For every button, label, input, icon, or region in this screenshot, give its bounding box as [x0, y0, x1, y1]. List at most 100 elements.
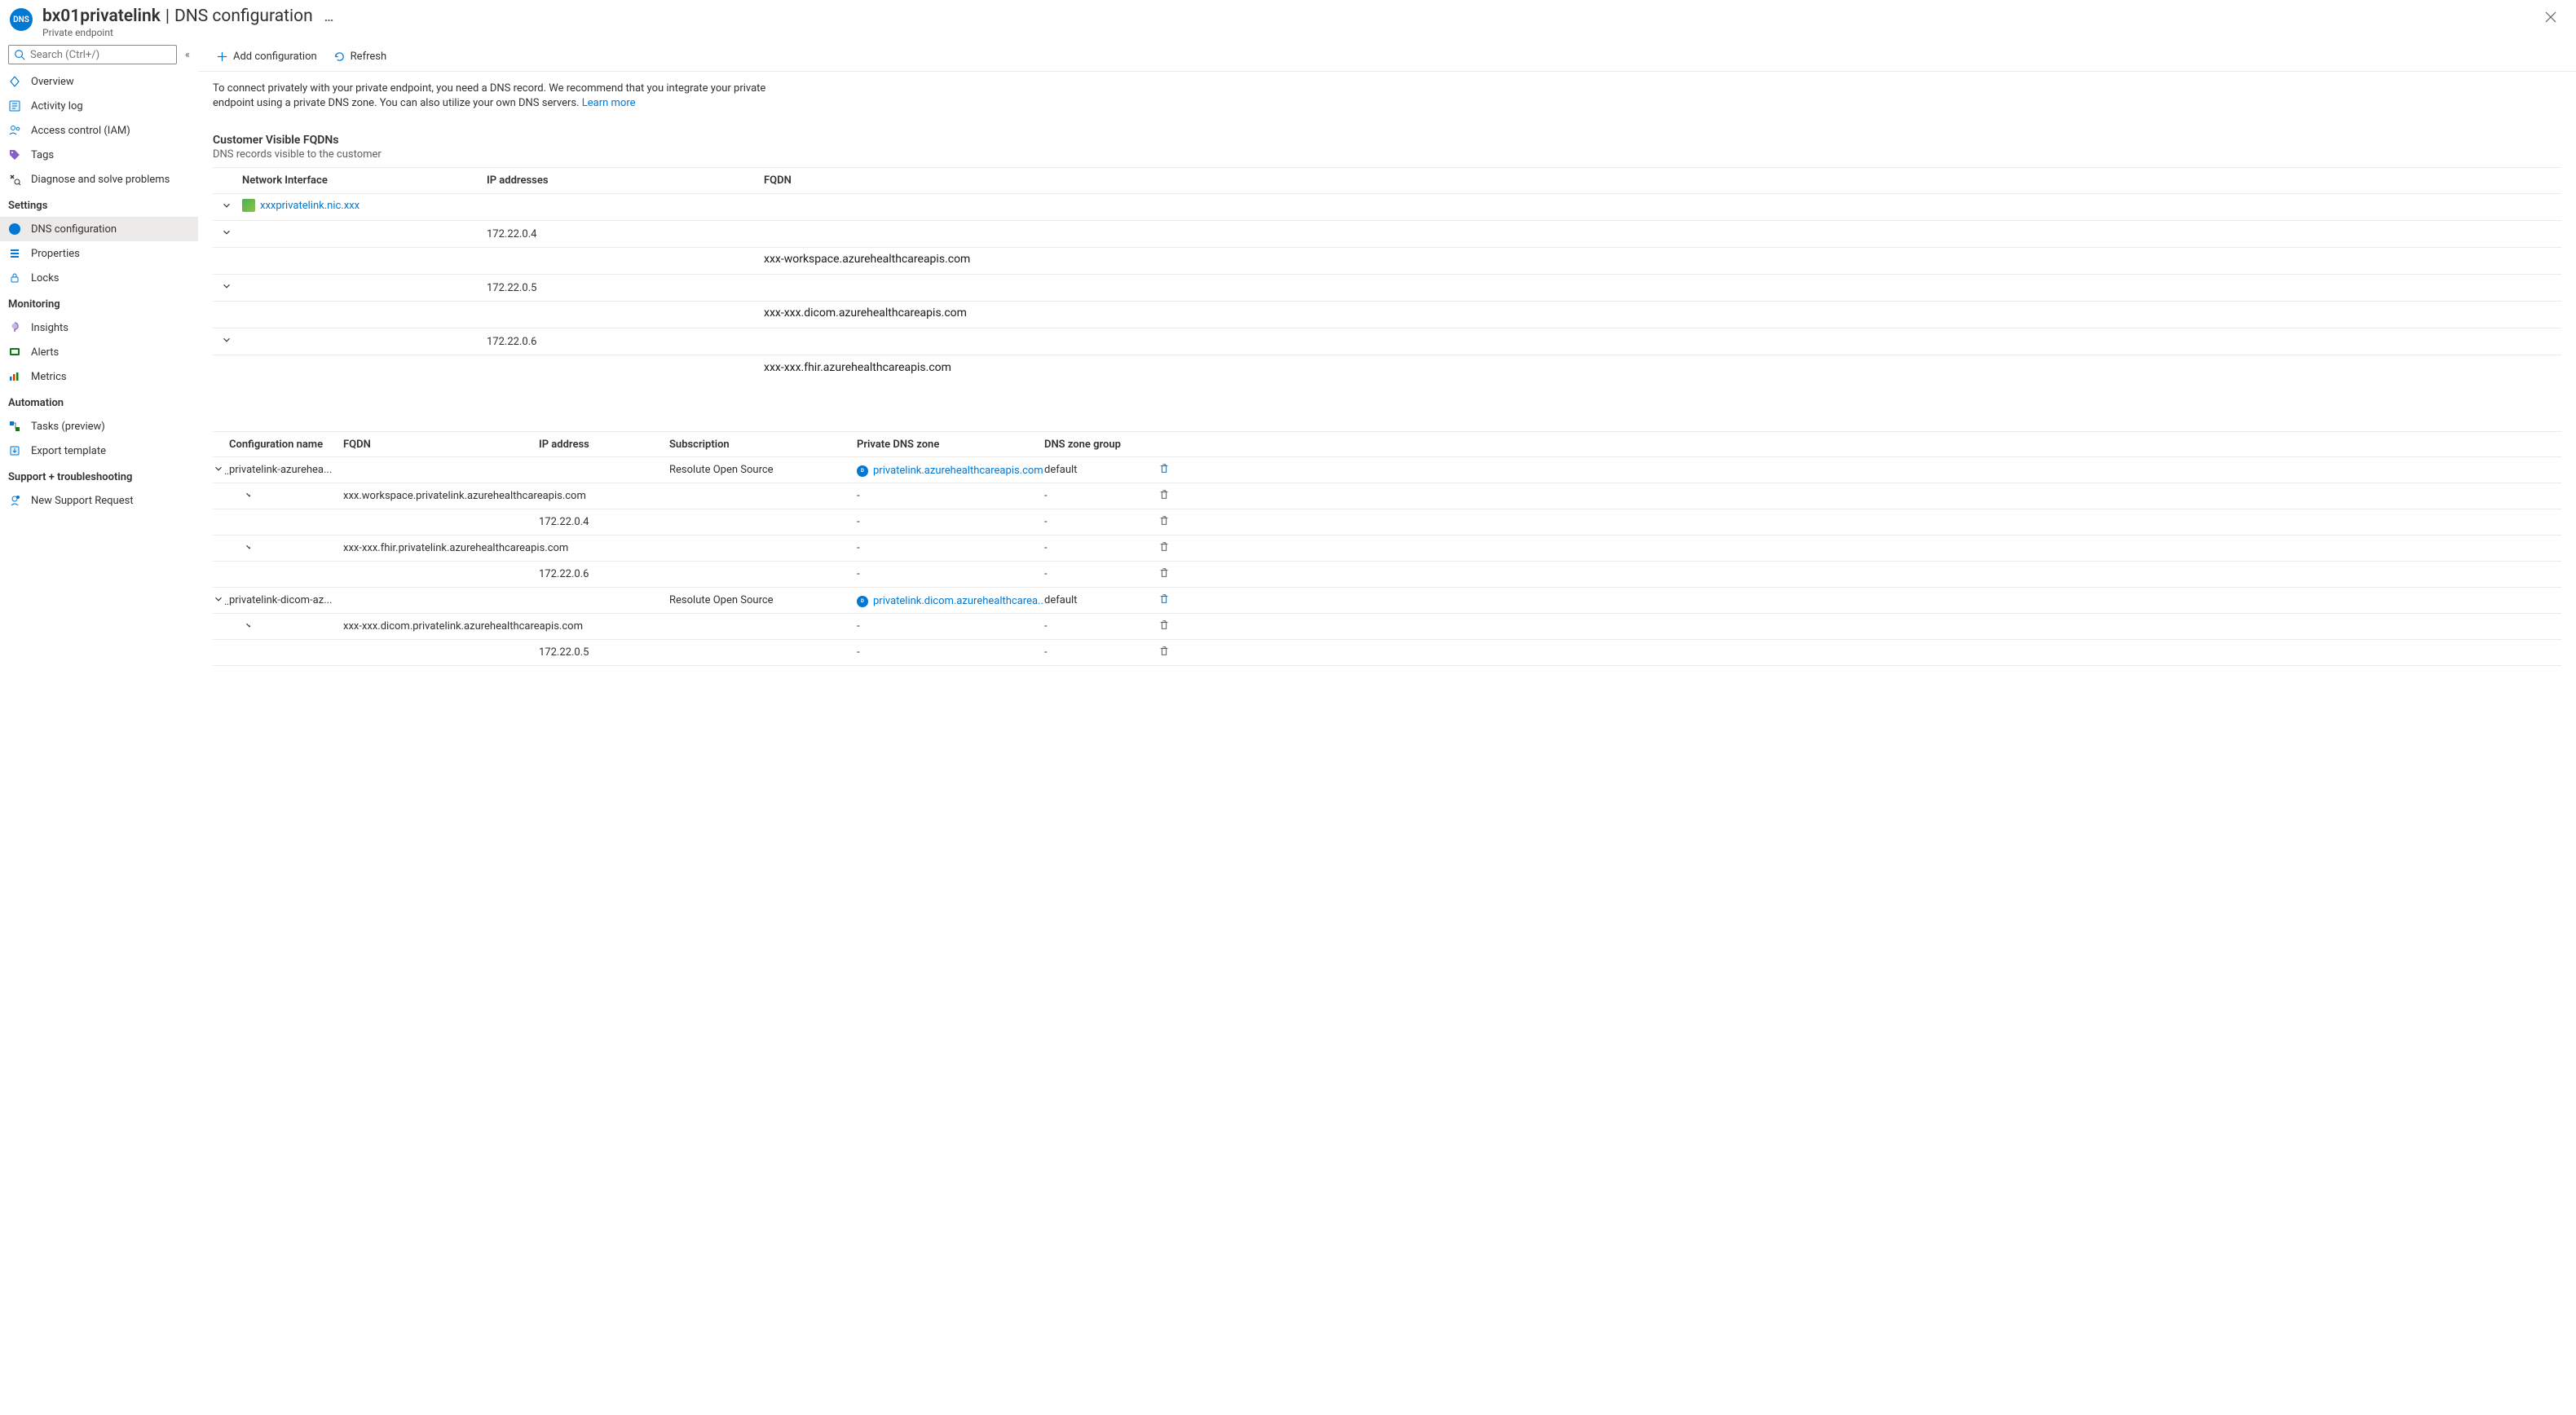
- delete-button[interactable]: [1158, 619, 1170, 631]
- config-table: Configuration name FQDN IP address Subsc…: [213, 431, 2561, 666]
- add-configuration-button[interactable]: Add configuration: [208, 42, 325, 72]
- tags-icon: [8, 148, 21, 161]
- col-ip: IP address: [539, 439, 669, 451]
- col-nic: Network Interface: [242, 174, 487, 187]
- delete-button[interactable]: [1158, 567, 1170, 579]
- sidebar-section-settings: Settings: [0, 192, 198, 217]
- chevron-down-icon[interactable]: [221, 334, 232, 346]
- sidebar-item-properties[interactable]: Properties: [0, 241, 198, 266]
- sidebar-item-tasks[interactable]: Tasks (preview): [0, 414, 198, 439]
- nic-row: xxxprivatelink.nic.xxx: [213, 194, 2561, 221]
- delete-button[interactable]: [1158, 541, 1170, 553]
- dns-zone-link[interactable]: Dprivatelink.azurehealthcareapis.com: [857, 465, 1043, 477]
- resource-type: Private endpoint: [42, 27, 2539, 38]
- sidebar-item-export-template[interactable]: Export template: [0, 439, 198, 463]
- fqdn-ip-row: 172.22.0.4: [213, 221, 2561, 248]
- delete-button[interactable]: [1158, 463, 1170, 474]
- learn-more-link[interactable]: Learn more: [582, 97, 636, 109]
- sidebar-item-tags[interactable]: Tags: [0, 143, 198, 167]
- delete-button[interactable]: [1158, 515, 1170, 527]
- ip-value: 172.22.0.6: [487, 336, 764, 348]
- nav-label: Tags: [31, 149, 54, 161]
- sidebar-item-locks[interactable]: Locks: [0, 266, 198, 290]
- chevron-down-icon[interactable]: [221, 200, 232, 211]
- collapse-sidebar-button[interactable]: «: [185, 49, 190, 61]
- col-ip: IP addresses: [487, 174, 764, 187]
- sidebar-item-overview[interactable]: Overview: [0, 69, 198, 94]
- alerts-icon: [8, 346, 21, 359]
- fqdn-table-header: Network Interface IP addresses FQDN: [213, 167, 2561, 194]
- nav-label: New Support Request: [31, 495, 134, 507]
- sidebar: « Overview Activity log Access control (…: [0, 42, 198, 690]
- nav-label: Activity log: [31, 100, 83, 112]
- overview-icon: [8, 75, 21, 88]
- plus-icon: [216, 51, 228, 63]
- config-record-row: xxx-xxx.dicom.privatelink.azurehealthcar…: [213, 614, 2561, 640]
- chevron-down-icon[interactable]: [244, 541, 250, 553]
- ip-value: 172.22.0.5: [487, 282, 764, 294]
- dns-icon: [8, 223, 21, 236]
- record-ip: 172.22.0.5: [539, 646, 669, 659]
- zone-group: default: [1044, 464, 1158, 476]
- iam-icon: [8, 124, 21, 137]
- chevron-down-icon[interactable]: [221, 227, 232, 238]
- record-ip: 172.22.0.4: [539, 516, 669, 528]
- config-record-row: xxx-xxx.fhir.privatelink.azurehealthcare…: [213, 536, 2561, 562]
- search-icon: [14, 49, 25, 60]
- close-button[interactable]: [2539, 7, 2563, 30]
- sidebar-item-diagnose[interactable]: Diagnose and solve problems: [0, 167, 198, 192]
- col-fqdn: FQDN: [343, 439, 539, 451]
- fqdn-ip-row: 172.22.0.5: [213, 275, 2561, 302]
- config-group-row: privatelink-azurehea... Resolute Open So…: [213, 457, 2561, 483]
- delete-button[interactable]: [1158, 646, 1170, 657]
- record-fqdn: xxx-xxx.dicom.privatelink.azurehealthcar…: [343, 620, 669, 633]
- chevron-down-icon[interactable]: [244, 489, 250, 500]
- sidebar-item-dns-configuration[interactable]: DNS configuration: [0, 217, 198, 241]
- properties-icon: [8, 247, 21, 260]
- col-zone: Private DNS zone: [857, 439, 1044, 451]
- insights-icon: [8, 321, 21, 334]
- chevron-down-icon[interactable]: [221, 280, 232, 292]
- config-record-row: xxx.workspace.privatelink.azurehealthcar…: [213, 483, 2561, 509]
- resource-name: bx01privatelink: [42, 7, 161, 26]
- nav-label: Diagnose and solve problems: [31, 174, 170, 186]
- fqdn-value-row: xxx-xxx.dicom.azurehealthcareapis.com: [213, 302, 2561, 328]
- delete-button[interactable]: [1158, 489, 1170, 500]
- more-button[interactable]: …: [324, 9, 336, 24]
- sidebar-item-support-request[interactable]: New Support Request: [0, 488, 198, 513]
- blade-title: DNS configuration: [174, 7, 313, 26]
- sidebar-item-metrics[interactable]: Metrics: [0, 364, 198, 389]
- delete-button[interactable]: [1158, 593, 1170, 605]
- chevron-down-icon[interactable]: [213, 463, 224, 474]
- page-header: DNS bx01privatelink | DNS configuration …: [0, 0, 2576, 42]
- record-ip: 172.22.0.6: [539, 568, 669, 580]
- col-group: DNS zone group: [1044, 439, 1158, 451]
- nic-link[interactable]: xxxprivatelink.nic.xxx: [242, 199, 359, 212]
- dns-zone-icon: D: [857, 596, 868, 607]
- nav-label: Export template: [31, 445, 106, 457]
- chevron-down-icon[interactable]: [213, 593, 224, 605]
- config-ip-row: 172.22.0.6 - -: [213, 562, 2561, 588]
- subscription: Resolute Open Source: [669, 594, 857, 606]
- intro-text: To connect privately with your private e…: [213, 82, 767, 111]
- dns-zone-link[interactable]: Dprivatelink.dicom.azurehealthcarea...: [857, 595, 1044, 607]
- config-ip-row: 172.22.0.4 - -: [213, 509, 2561, 536]
- tasks-icon: [8, 420, 21, 433]
- sidebar-item-activity-log[interactable]: Activity log: [0, 94, 198, 118]
- col-config-name: Configuration name: [229, 439, 343, 451]
- fqdn-value-row: xxx-workspace.azurehealthcareapis.com: [213, 248, 2561, 275]
- sidebar-item-insights[interactable]: Insights: [0, 315, 198, 340]
- search-box[interactable]: [8, 45, 177, 64]
- search-input[interactable]: [30, 49, 171, 61]
- subscription: Resolute Open Source: [669, 464, 857, 476]
- fqdn-value: xxx-xxx.fhir.azurehealthcareapis.com: [764, 356, 2431, 382]
- zone-group: default: [1044, 594, 1158, 606]
- sidebar-item-alerts[interactable]: Alerts: [0, 340, 198, 364]
- config-name: privatelink-azurehea...: [229, 464, 343, 476]
- fqdn-section-subtitle: DNS records visible to the customer: [213, 148, 2561, 161]
- diagnose-icon: [8, 173, 21, 186]
- refresh-button[interactable]: Refresh: [325, 42, 395, 72]
- sidebar-item-iam[interactable]: Access control (IAM): [0, 118, 198, 143]
- config-group-row: privatelink-dicom-az... Resolute Open So…: [213, 588, 2561, 614]
- chevron-down-icon[interactable]: [244, 619, 250, 631]
